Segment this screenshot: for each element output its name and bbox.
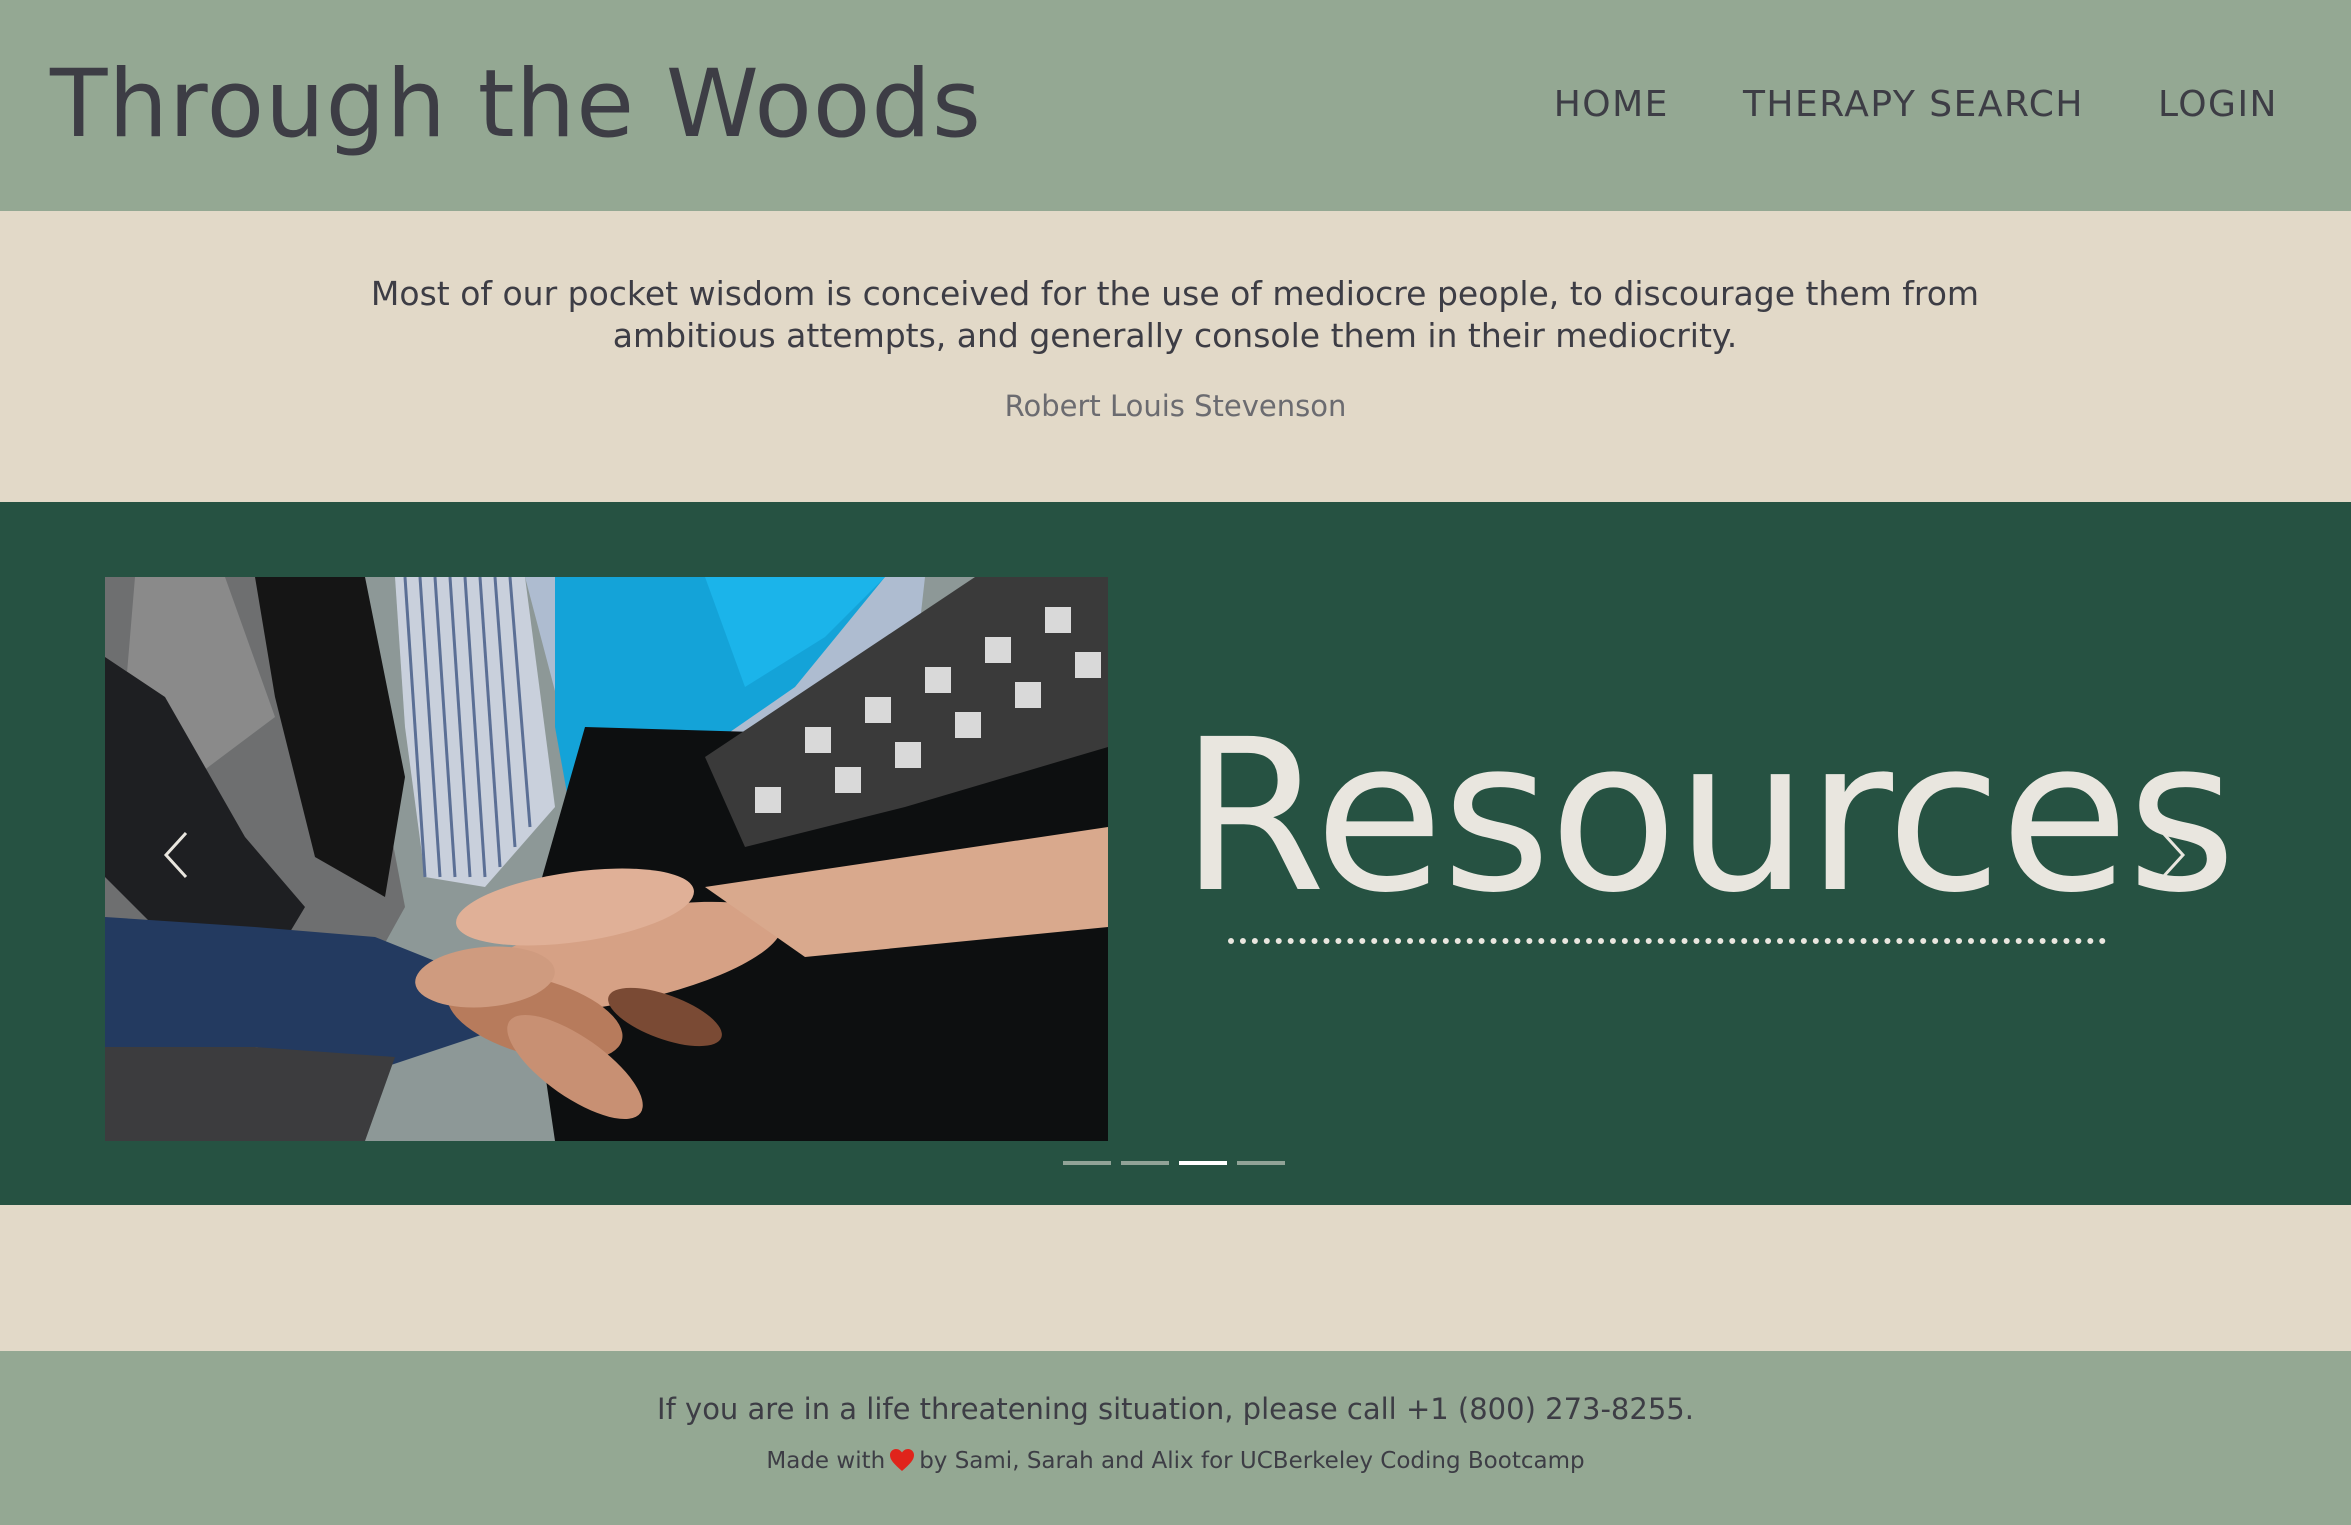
slide-title-underline [1228, 938, 2106, 944]
footer-credit: Made with by Sami, Sarah and Alix for UCB… [0, 1443, 2351, 1483]
content-spacer [0, 1205, 2351, 1351]
carousel-prev-button[interactable] [146, 815, 206, 895]
nav-login-link[interactable]: LOGIN [2158, 80, 2278, 130]
carousel-slide-title: Resources [1180, 694, 2236, 939]
quote-section: Most of our pocket wisdom is conceived f… [0, 211, 2351, 502]
quote-author: Robert Louis Stevenson [1004, 389, 1347, 423]
carousel-indicator-2[interactable] [1121, 1161, 1169, 1165]
carousel-indicator-3[interactable] [1179, 1161, 1227, 1165]
site-title[interactable]: Through the Woods [50, 50, 982, 160]
chevron-left-icon [163, 831, 188, 879]
carousel-next-button[interactable] [2143, 815, 2203, 895]
carousel-indicator-4[interactable] [1237, 1161, 1285, 1165]
nav-home-link[interactable]: HOME [1554, 80, 1669, 130]
chevron-right-icon [2161, 831, 2186, 879]
carousel-indicators [1063, 1161, 1285, 1165]
site-footer: If you are in a life threatening situati… [0, 1351, 2351, 1525]
credit-prefix: Made with [766, 1448, 886, 1474]
credit-suffix: by Sami, Sarah and Alix for UCBerkeley C… [919, 1448, 1585, 1474]
carousel-indicator-1[interactable] [1063, 1161, 1111, 1165]
heart-icon [889, 1447, 915, 1483]
main-nav: HOME THERAPY SEARCH LOGIN [1554, 80, 2278, 130]
nav-therapy-search-link[interactable]: THERAPY SEARCH [1743, 80, 2084, 130]
crisis-hotline-text: If you are in a life threatening situati… [657, 1392, 1694, 1426]
quote-text: Most of our pocket wisdom is conceived f… [370, 274, 1980, 355]
resources-carousel: Resources [0, 502, 2351, 1205]
carousel-slide-image [105, 577, 1108, 1141]
hands-together-photo [105, 577, 1108, 1141]
site-header: Through the Woods HOME THERAPY SEARCH LO… [0, 0, 2351, 211]
